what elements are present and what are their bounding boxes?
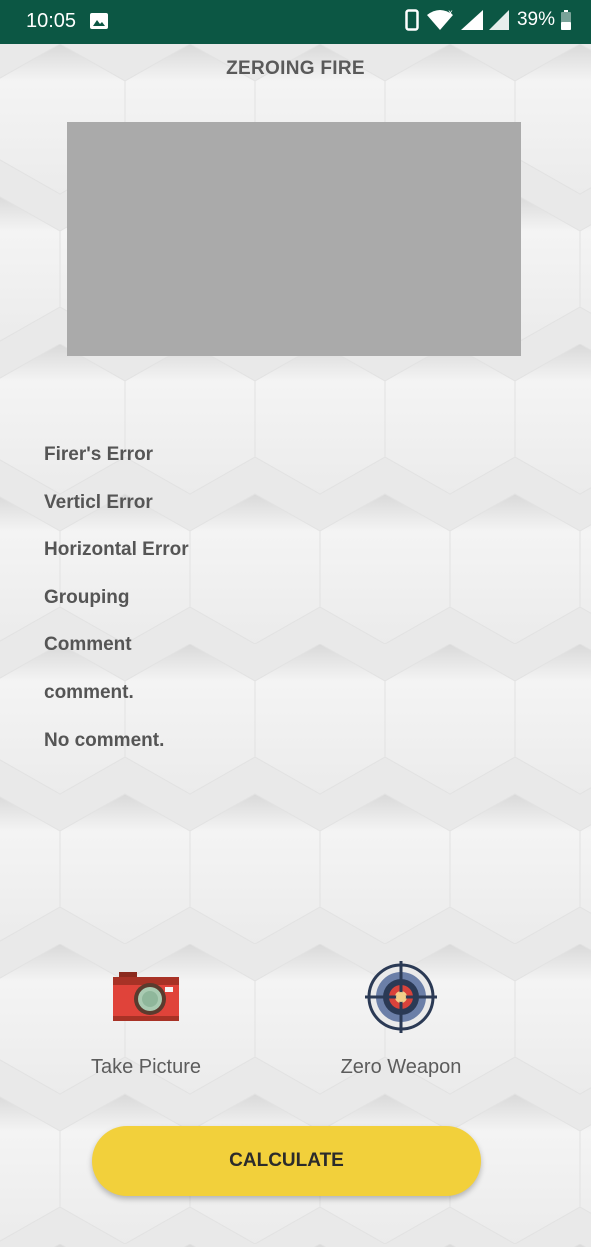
zero-weapon-button[interactable]: Zero Weapon (301, 960, 501, 1079)
battery-icon (561, 10, 571, 30)
vertical-error-label: Verticl Error (44, 491, 153, 513)
comment-text: comment. (44, 681, 134, 703)
photo-placeholder (67, 122, 521, 356)
page-title: ZEROING FIRE (226, 58, 365, 79)
take-picture-button[interactable]: Take Picture (46, 960, 246, 1079)
horizontal-error-label: Horizontal Error (44, 539, 189, 561)
phone-icon (405, 9, 419, 31)
status-icons: x 39% (405, 9, 571, 31)
signal-icon (460, 10, 483, 30)
calculate-button[interactable]: CALCULATE (92, 1126, 481, 1196)
status-bar: 10:05 x 39% (0, 0, 591, 44)
image-notification-icon (90, 13, 108, 29)
camera-icon (113, 972, 179, 1021)
battery-percent: 39% (516, 9, 555, 30)
zero-weapon-label: Zero Weapon (340, 1056, 462, 1078)
target-icon (365, 961, 437, 1033)
firers-error-label: Firer's Error (44, 444, 154, 465)
no-comment-text: No comment. (44, 729, 165, 751)
comment-label: Comment (44, 634, 132, 656)
wifi-icon: x (426, 9, 453, 30)
grouping-label: Grouping (44, 586, 130, 608)
signal-icon-2 (488, 10, 509, 30)
take-picture-label: Take Picture (90, 1056, 202, 1078)
info-list: Firer's Error Verticl Error Horizontal E… (44, 440, 189, 773)
status-time: 10:05 (26, 10, 77, 32)
svg-text:x: x (448, 9, 453, 17)
